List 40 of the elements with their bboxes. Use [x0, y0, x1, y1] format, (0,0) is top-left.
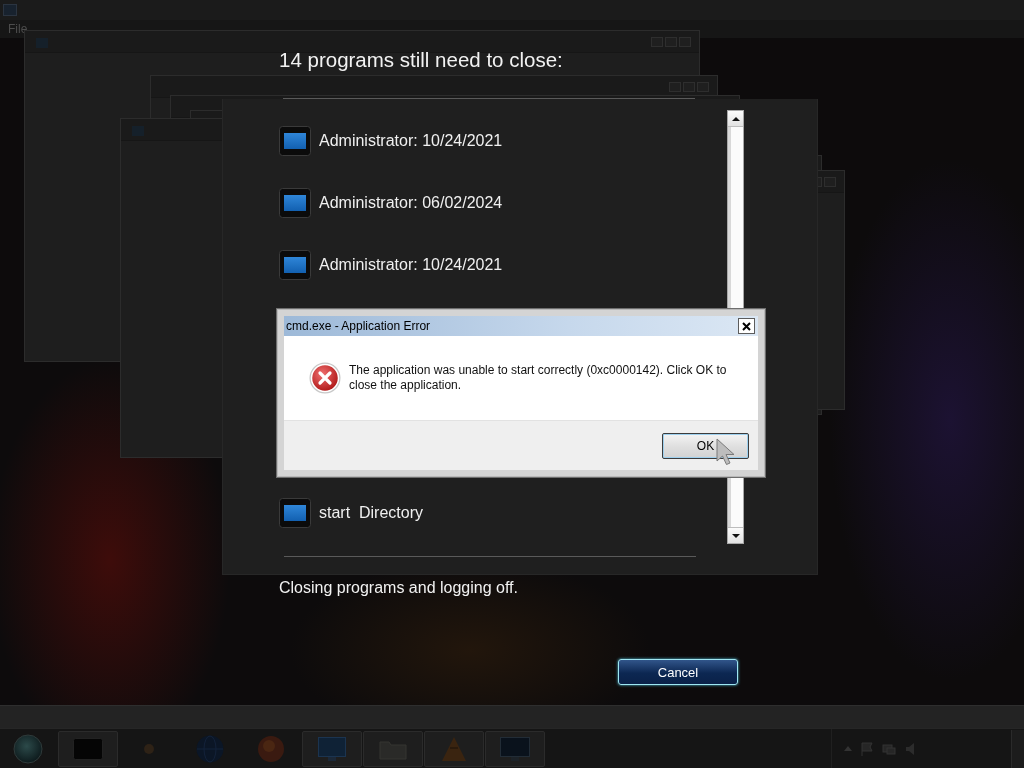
down-arrow-icon — [731, 533, 740, 538]
up-arrow-icon — [731, 116, 740, 121]
window-icon — [3, 4, 17, 16]
dialog-title: cmd.exe - Application Error — [286, 319, 431, 333]
close-icon — [742, 321, 751, 331]
taskbar-button[interactable] — [363, 730, 423, 767]
window-icon — [279, 126, 311, 156]
circle-icon — [258, 735, 284, 762]
monitor-icon — [318, 736, 346, 761]
circle-icon — [144, 743, 154, 754]
start-button[interactable] — [12, 732, 44, 765]
taskbar-button[interactable] — [58, 730, 118, 767]
window-icon — [73, 737, 103, 760]
program-name: start Directory — [319, 504, 423, 522]
status-text: Closing programs and logging off. — [279, 578, 518, 598]
program-name: Administrator: 10/24/2021 — [319, 132, 503, 150]
window-icon — [279, 250, 311, 280]
error-message: The application was unable to start correctly (0xc0000142). Click OK to close the application. — [349, 363, 728, 393]
up-arrow-icon[interactable] — [844, 746, 852, 751]
flag-icon[interactable] — [861, 741, 873, 756]
scroll-down-button[interactable] — [728, 527, 743, 543]
window-icon — [279, 188, 311, 218]
mouse-pointer-icon — [716, 438, 736, 466]
heading: 14 programs still need to close: — [279, 47, 563, 72]
ok-button[interactable]: OK — [662, 433, 749, 459]
cancel-button[interactable]: Cancel — [618, 659, 738, 685]
close-button[interactable] — [738, 318, 755, 334]
program-name: Administrator: 06/02/2024 — [319, 194, 503, 212]
scroll-up-button[interactable] — [728, 111, 743, 127]
globe-icon — [196, 734, 224, 763]
window-icon — [279, 498, 311, 528]
taskbar-button[interactable] — [485, 730, 545, 767]
taskbar-button[interactable] — [302, 730, 362, 767]
cone-icon — [441, 735, 467, 762]
monitor-icon — [500, 736, 530, 761]
program-name: Administrator: 10/24/2021 — [319, 256, 503, 274]
start-orb-icon — [13, 733, 43, 764]
network-icon[interactable] — [882, 742, 896, 755]
taskbar-button[interactable] — [424, 730, 484, 767]
error-icon — [309, 362, 341, 394]
